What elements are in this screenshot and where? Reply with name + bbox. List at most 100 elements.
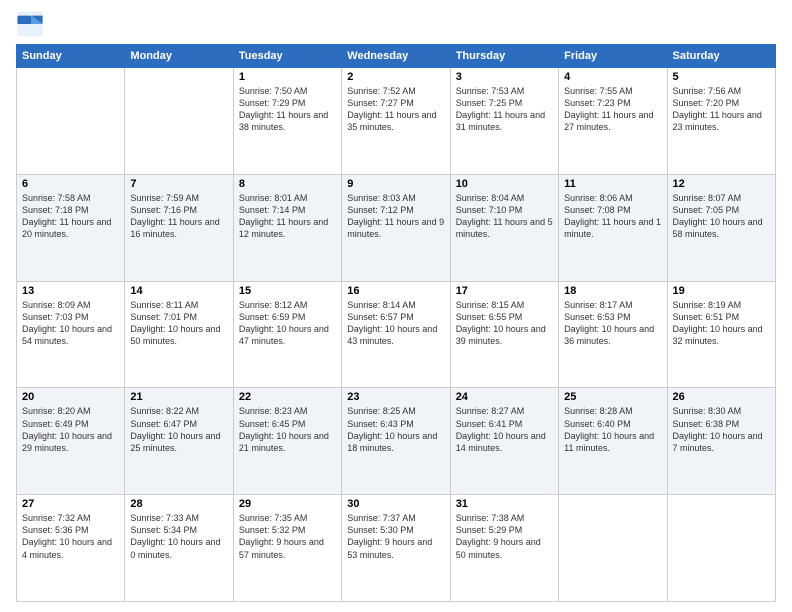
day-number: 17 bbox=[456, 285, 553, 297]
day-info: Sunrise: 8:20 AMSunset: 6:49 PMDaylight:… bbox=[22, 405, 119, 454]
day-number: 30 bbox=[347, 498, 444, 510]
day-info: Sunrise: 7:52 AMSunset: 7:27 PMDaylight:… bbox=[347, 85, 444, 134]
day-number: 29 bbox=[239, 498, 336, 510]
logo bbox=[16, 10, 48, 38]
day-info: Sunrise: 7:55 AMSunset: 7:23 PMDaylight:… bbox=[564, 85, 661, 134]
weekday-header-row: SundayMondayTuesdayWednesdayThursdayFrid… bbox=[17, 45, 776, 68]
calendar-cell: 16 Sunrise: 8:14 AMSunset: 6:57 PMDayligh… bbox=[342, 281, 450, 388]
calendar-cell: 7 Sunrise: 7:59 AMSunset: 7:16 PMDaylight… bbox=[125, 174, 233, 281]
day-number: 14 bbox=[130, 285, 227, 297]
day-number: 4 bbox=[564, 71, 661, 83]
day-number: 24 bbox=[456, 391, 553, 403]
calendar-cell: 22Sunrise: 8:23 AMSunset: 6:45 PMDayligh… bbox=[233, 388, 341, 495]
day-info: Sunrise: 8:15 AMSunset: 6:55 PMDaylight:… bbox=[456, 299, 553, 348]
day-info: Sunrise: 8:07 AMSunset: 7:05 PMDaylight:… bbox=[673, 192, 770, 241]
calendar-cell: 13Sunrise: 8:09 AMSunset: 7:03 PMDayligh… bbox=[17, 281, 125, 388]
page: SundayMondayTuesdayWednesdayThursdayFrid… bbox=[0, 0, 792, 612]
day-number: 22 bbox=[239, 391, 336, 403]
day-info: Sunrise: 8:03 AMSunset: 7:12 PMDaylight:… bbox=[347, 192, 444, 241]
day-number: 12 bbox=[673, 178, 770, 190]
calendar-week-row: 6 Sunrise: 7:58 AMSunset: 7:18 PMDaylight… bbox=[17, 174, 776, 281]
calendar-week-row: 13Sunrise: 8:09 AMSunset: 7:03 PMDayligh… bbox=[17, 281, 776, 388]
calendar-cell: 10 Sunrise: 8:04 AMSunset: 7:10 PMDayligh… bbox=[450, 174, 558, 281]
calendar-cell: 23 Sunrise: 8:25 AMSunset: 6:43 PMDayligh… bbox=[342, 388, 450, 495]
day-number: 27 bbox=[22, 498, 119, 510]
day-number: 16 bbox=[347, 285, 444, 297]
day-number: 11 bbox=[564, 178, 661, 190]
day-info: Sunrise: 7:32 AMSunset: 5:36 PMDaylight:… bbox=[22, 512, 119, 561]
day-number: 15 bbox=[239, 285, 336, 297]
day-number: 6 bbox=[22, 178, 119, 190]
calendar-cell: 9 Sunrise: 8:03 AMSunset: 7:12 PMDaylight… bbox=[342, 174, 450, 281]
day-info: Sunrise: 8:04 AMSunset: 7:10 PMDaylight:… bbox=[456, 192, 553, 241]
calendar-cell: 8Sunrise: 8:01 AMSunset: 7:14 PMDaylight… bbox=[233, 174, 341, 281]
day-info: Sunrise: 8:30 AMSunset: 6:38 PMDaylight:… bbox=[673, 405, 770, 454]
calendar-cell: 24 Sunrise: 8:27 AMSunset: 6:41 PMDayligh… bbox=[450, 388, 558, 495]
day-info: Sunrise: 8:22 AMSunset: 6:47 PMDaylight:… bbox=[130, 405, 227, 454]
day-info: Sunrise: 8:27 AMSunset: 6:41 PMDaylight:… bbox=[456, 405, 553, 454]
calendar-week-row: 1Sunrise: 7:50 AMSunset: 7:29 PMDaylight… bbox=[17, 68, 776, 175]
calendar-cell: 29 Sunrise: 7:35 AMSunset: 5:32 PMDayligh… bbox=[233, 495, 341, 602]
calendar-week-row: 20 Sunrise: 8:20 AMSunset: 6:49 PMDayligh… bbox=[17, 388, 776, 495]
day-number: 3 bbox=[456, 71, 553, 83]
day-number: 26 bbox=[673, 391, 770, 403]
day-info: Sunrise: 7:38 AMSunset: 5:29 PMDaylight:… bbox=[456, 512, 553, 561]
calendar-cell: 17 Sunrise: 8:15 AMSunset: 6:55 PMDayligh… bbox=[450, 281, 558, 388]
calendar-cell: 2 Sunrise: 7:52 AMSunset: 7:27 PMDaylight… bbox=[342, 68, 450, 175]
day-number: 1 bbox=[239, 71, 336, 83]
day-number: 5 bbox=[673, 71, 770, 83]
day-number: 19 bbox=[673, 285, 770, 297]
calendar-cell bbox=[125, 68, 233, 175]
day-info: Sunrise: 8:25 AMSunset: 6:43 PMDaylight:… bbox=[347, 405, 444, 454]
calendar-cell: 25 Sunrise: 8:28 AMSunset: 6:40 PMDayligh… bbox=[559, 388, 667, 495]
calendar-cell: 21 Sunrise: 8:22 AMSunset: 6:47 PMDayligh… bbox=[125, 388, 233, 495]
day-info: Sunrise: 8:19 AMSunset: 6:51 PMDaylight:… bbox=[673, 299, 770, 348]
calendar-cell: 6 Sunrise: 7:58 AMSunset: 7:18 PMDaylight… bbox=[17, 174, 125, 281]
calendar-cell: 18 Sunrise: 8:17 AMSunset: 6:53 PMDayligh… bbox=[559, 281, 667, 388]
calendar-cell: 11 Sunrise: 8:06 AMSunset: 7:08 PMDayligh… bbox=[559, 174, 667, 281]
logo-icon bbox=[16, 10, 44, 38]
calendar-cell: 1Sunrise: 7:50 AMSunset: 7:29 PMDaylight… bbox=[233, 68, 341, 175]
day-number: 2 bbox=[347, 71, 444, 83]
day-number: 25 bbox=[564, 391, 661, 403]
weekday-header-tuesday: Tuesday bbox=[233, 45, 341, 68]
calendar-cell: 28Sunrise: 7:33 AMSunset: 5:34 PMDayligh… bbox=[125, 495, 233, 602]
day-number: 23 bbox=[347, 391, 444, 403]
day-number: 7 bbox=[130, 178, 227, 190]
day-info: Sunrise: 7:33 AMSunset: 5:34 PMDaylight:… bbox=[130, 512, 227, 561]
day-info: Sunrise: 8:14 AMSunset: 6:57 PMDaylight:… bbox=[347, 299, 444, 348]
calendar-cell: 19 Sunrise: 8:19 AMSunset: 6:51 PMDayligh… bbox=[667, 281, 775, 388]
calendar-table: SundayMondayTuesdayWednesdayThursdayFrid… bbox=[16, 44, 776, 602]
weekday-header-sunday: Sunday bbox=[17, 45, 125, 68]
calendar-cell: 4 Sunrise: 7:55 AMSunset: 7:23 PMDaylight… bbox=[559, 68, 667, 175]
calendar-cell bbox=[559, 495, 667, 602]
day-info: Sunrise: 7:56 AMSunset: 7:20 PMDaylight:… bbox=[673, 85, 770, 134]
day-info: Sunrise: 7:58 AMSunset: 7:18 PMDaylight:… bbox=[22, 192, 119, 241]
day-number: 13 bbox=[22, 285, 119, 297]
header bbox=[16, 10, 776, 38]
calendar-cell: 26 Sunrise: 8:30 AMSunset: 6:38 PMDayligh… bbox=[667, 388, 775, 495]
day-number: 31 bbox=[456, 498, 553, 510]
day-number: 9 bbox=[347, 178, 444, 190]
weekday-header-saturday: Saturday bbox=[667, 45, 775, 68]
calendar-cell: 14Sunrise: 8:11 AMSunset: 7:01 PMDayligh… bbox=[125, 281, 233, 388]
calendar-week-row: 27 Sunrise: 7:32 AMSunset: 5:36 PMDayligh… bbox=[17, 495, 776, 602]
day-info: Sunrise: 7:37 AMSunset: 5:30 PMDaylight:… bbox=[347, 512, 444, 561]
day-info: Sunrise: 8:01 AMSunset: 7:14 PMDaylight:… bbox=[239, 192, 336, 241]
day-info: Sunrise: 7:35 AMSunset: 5:32 PMDaylight:… bbox=[239, 512, 336, 561]
day-info: Sunrise: 8:28 AMSunset: 6:40 PMDaylight:… bbox=[564, 405, 661, 454]
weekday-header-thursday: Thursday bbox=[450, 45, 558, 68]
day-info: Sunrise: 7:59 AMSunset: 7:16 PMDaylight:… bbox=[130, 192, 227, 241]
day-info: Sunrise: 7:53 AMSunset: 7:25 PMDaylight:… bbox=[456, 85, 553, 134]
calendar-cell: 31 Sunrise: 7:38 AMSunset: 5:29 PMDayligh… bbox=[450, 495, 558, 602]
calendar-cell bbox=[667, 495, 775, 602]
day-info: Sunrise: 8:12 AMSunset: 6:59 PMDaylight:… bbox=[239, 299, 336, 348]
day-number: 21 bbox=[130, 391, 227, 403]
day-info: Sunrise: 8:06 AMSunset: 7:08 PMDaylight:… bbox=[564, 192, 661, 241]
calendar-cell: 15 Sunrise: 8:12 AMSunset: 6:59 PMDayligh… bbox=[233, 281, 341, 388]
day-number: 10 bbox=[456, 178, 553, 190]
day-number: 18 bbox=[564, 285, 661, 297]
day-info: Sunrise: 8:17 AMSunset: 6:53 PMDaylight:… bbox=[564, 299, 661, 348]
day-number: 20 bbox=[22, 391, 119, 403]
calendar-cell: 20 Sunrise: 8:20 AMSunset: 6:49 PMDayligh… bbox=[17, 388, 125, 495]
